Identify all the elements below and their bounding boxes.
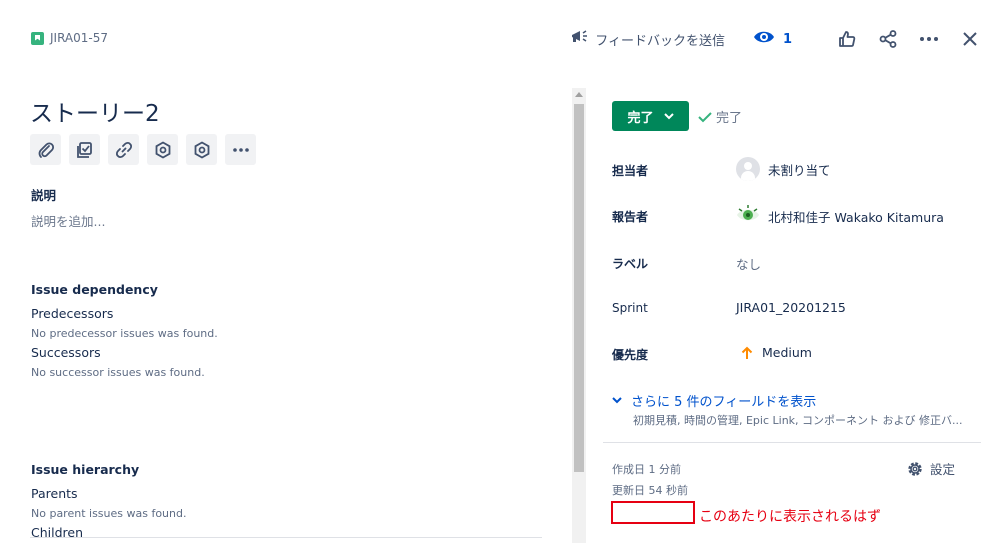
- scroll-up-arrow-icon[interactable]: [575, 92, 583, 97]
- parents-label: Parents: [31, 486, 78, 501]
- chevron-down-icon: [612, 397, 622, 404]
- like-button[interactable]: [835, 27, 859, 51]
- issue-key-link[interactable]: JIRA01-57: [31, 31, 108, 45]
- paperclip-icon: [38, 141, 54, 158]
- watch-count: 1: [782, 31, 792, 47]
- more-fields-label[interactable]: さらに 5 件のフィールドを表示: [631, 391, 816, 410]
- attach-button[interactable]: [30, 134, 61, 165]
- divider: [30, 537, 542, 538]
- updated-date: 更新日 54 秒前: [612, 484, 688, 497]
- dependency-title: Issue dependency: [31, 282, 158, 297]
- hexagon-icon: [155, 140, 170, 159]
- annotation-box: [611, 501, 695, 524]
- priority-value[interactable]: Medium: [762, 345, 812, 360]
- assignee-field[interactable]: 未割り当て: [736, 157, 831, 181]
- hierarchy-title: Issue hierarchy: [31, 462, 140, 477]
- labels-value[interactable]: なし: [736, 254, 761, 273]
- app-button-1[interactable]: [147, 134, 178, 165]
- close-icon: [963, 32, 977, 46]
- megaphone-icon: [570, 28, 590, 50]
- sprint-label: Sprint: [612, 301, 648, 315]
- app-button-2[interactable]: [186, 134, 217, 165]
- hexagon-icon: [194, 140, 209, 159]
- story-icon: [31, 31, 44, 45]
- feedback-button[interactable]: フィードバックを送信: [570, 28, 725, 50]
- link-issue-button[interactable]: [108, 134, 139, 165]
- share-icon: [879, 30, 897, 48]
- checkmark-icon: [698, 111, 712, 122]
- subtask-icon: [76, 141, 92, 158]
- more-fields-toggle[interactable]: さらに 5 件のフィールドを表示: [612, 391, 816, 410]
- priority-field[interactable]: Medium: [736, 345, 812, 360]
- priority-label: 優先度: [612, 348, 649, 362]
- description-placeholder[interactable]: 説明を追加...: [31, 211, 105, 230]
- issue-key[interactable]: JIRA01-57: [50, 31, 108, 45]
- annotation-note: このあたりに表示されるはず: [699, 509, 881, 525]
- created-date: 作成日 1 分前: [612, 463, 681, 476]
- issue-title[interactable]: ストーリー2: [30, 94, 160, 128]
- assignee-label: 担当者: [612, 164, 649, 178]
- more-icon: [232, 147, 249, 152]
- parents-empty: No parent issues was found.: [31, 507, 187, 520]
- feedback-label[interactable]: フィードバックを送信: [595, 30, 725, 49]
- predecessors-label: Predecessors: [31, 306, 114, 321]
- predecessors-empty: No predecessor issues was found.: [31, 327, 218, 340]
- labels-label: ラベル: [612, 257, 649, 271]
- assignee-value[interactable]: 未割り当て: [768, 160, 831, 179]
- settings-label[interactable]: 設定: [930, 459, 955, 478]
- close-button[interactable]: [958, 27, 982, 51]
- resolution-indicator: 完了: [698, 107, 742, 126]
- more-tools-button[interactable]: [225, 134, 256, 165]
- gear-icon: [908, 461, 922, 476]
- description-label: 説明: [31, 188, 57, 203]
- share-button[interactable]: [876, 27, 900, 51]
- reporter-field[interactable]: 北村和佳子 Wakako Kitamura: [736, 203, 944, 230]
- resolution-label: 完了: [716, 111, 743, 126]
- scroll-thumb[interactable]: [574, 104, 584, 472]
- reporter-avatar-icon: [736, 203, 760, 230]
- scrollbar[interactable]: [572, 88, 586, 543]
- status-dropdown-button[interactable]: 完了: [612, 101, 689, 131]
- issue-toolbar: フィードバックを送信 1: [570, 26, 982, 52]
- arrow-up-icon: [741, 346, 753, 359]
- successors-empty: No successor issues was found.: [31, 366, 205, 379]
- status-label: 完了: [627, 110, 654, 126]
- successors-label: Successors: [31, 345, 101, 360]
- thumbs-up-icon: [839, 31, 856, 47]
- more-fields-summary: 初期見積, 時間の管理, Epic Link, コンポーネント および 修正バ.…: [633, 414, 963, 427]
- more-actions-button[interactable]: [917, 27, 941, 51]
- chevron-down-icon: [663, 112, 674, 119]
- watch-button[interactable]: 1: [753, 29, 792, 49]
- reporter-value[interactable]: 北村和佳子 Wakako Kitamura: [768, 207, 944, 226]
- subtask-button[interactable]: [69, 134, 100, 165]
- avatar: [736, 157, 760, 181]
- reporter-label: 報告者: [612, 210, 649, 224]
- eye-icon: [753, 29, 775, 49]
- divider: [603, 442, 981, 443]
- more-icon: [920, 37, 938, 41]
- issue-action-toolbar: [30, 134, 256, 165]
- sprint-value[interactable]: JIRA01_20201215: [736, 300, 846, 315]
- link-icon: [115, 141, 132, 158]
- settings-button[interactable]: 設定: [906, 459, 955, 478]
